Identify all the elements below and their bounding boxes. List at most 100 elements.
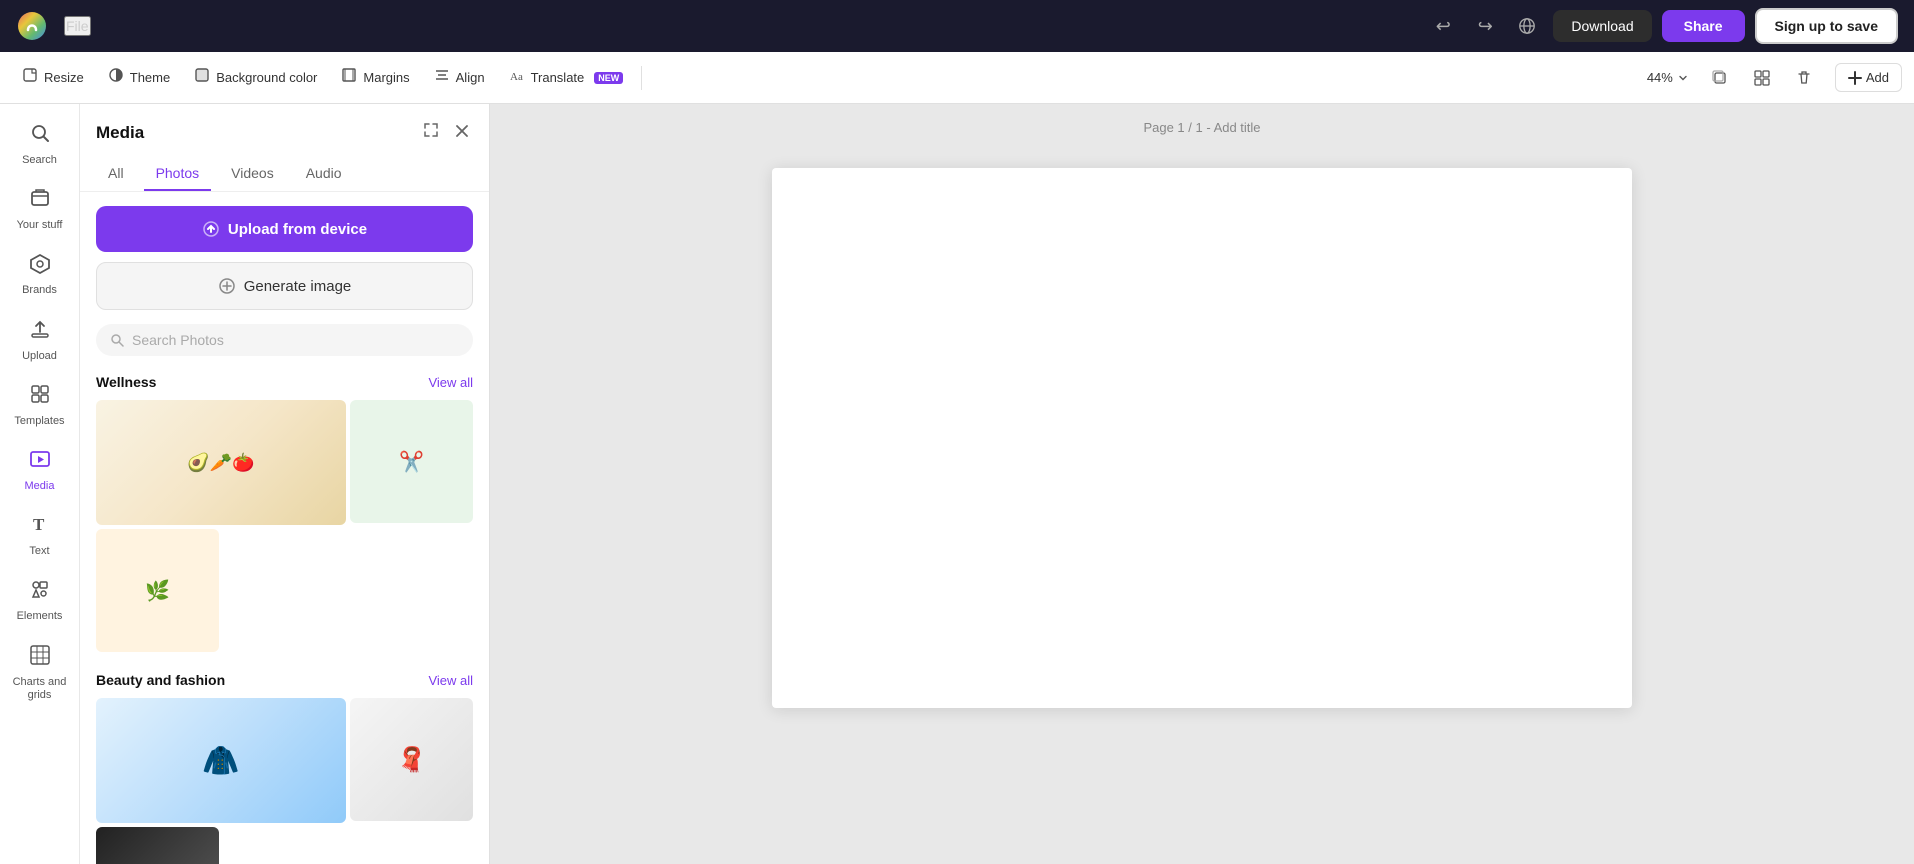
sidebar-your-stuff-label: Your stuff (17, 219, 63, 232)
sidebar-item-search[interactable]: Search (4, 112, 76, 177)
search-icon (110, 333, 124, 347)
zoom-control[interactable]: 44% (1647, 70, 1689, 85)
share-button[interactable]: Share (1662, 10, 1745, 42)
canvas-page[interactable] (772, 168, 1632, 708)
theme-icon (108, 67, 124, 88)
wellness-title: Wellness (96, 374, 156, 390)
icon-sidebar: Search Your stuff Brands Upload Template (0, 104, 80, 864)
upload-from-device-button[interactable]: Upload from device (96, 206, 473, 252)
close-panel-button[interactable] (451, 118, 473, 147)
sidebar-upload-label: Upload (22, 350, 57, 363)
fashion-photo-1[interactable] (96, 698, 346, 823)
media-tabs: All Photos Videos Audio (80, 157, 489, 192)
layout-settings-button[interactable] (1743, 63, 1781, 93)
sidebar-item-media[interactable]: Media (4, 438, 76, 503)
fashion-photo-2[interactable] (350, 698, 473, 821)
expand-panel-button[interactable] (419, 118, 443, 147)
tab-audio[interactable]: Audio (294, 157, 354, 191)
zoom-chevron-icon (1677, 72, 1689, 84)
sidebar-elements-label: Elements (17, 610, 63, 623)
wellness-photo-grid (96, 400, 473, 652)
canvas-area[interactable]: Page 1 / 1 - Add title (490, 104, 1914, 864)
elements-icon (29, 578, 51, 606)
upload-cloud-icon (202, 220, 220, 238)
close-icon (455, 124, 469, 138)
signup-button[interactable]: Sign up to save (1755, 8, 1898, 44)
wellness-section-header: Wellness View all (96, 374, 473, 390)
media-header-icons (419, 118, 473, 147)
tab-photos[interactable]: Photos (144, 157, 212, 191)
wellness-photo-2[interactable] (350, 400, 473, 523)
resize-icon (22, 67, 38, 88)
fashion-photo-3[interactable] (96, 827, 219, 864)
translate-button[interactable]: Aa Translate NEW (499, 61, 634, 94)
undo-button[interactable]: ↩ (1427, 10, 1459, 42)
copy-layout-button[interactable] (1701, 63, 1739, 93)
generate-btn-label: Generate image (244, 278, 352, 295)
generate-image-button[interactable]: Generate image (96, 262, 473, 310)
resize-button[interactable]: Resize (12, 61, 94, 94)
sidebar-templates-label: Templates (14, 415, 64, 428)
align-button[interactable]: Align (424, 61, 495, 94)
delete-button[interactable] (1785, 63, 1823, 93)
translate-icon: Aa (509, 67, 525, 88)
media-panel: Media All Photos Videos Audio Upload fro… (80, 104, 490, 864)
sidebar-brands-label: Brands (22, 284, 57, 297)
main-layout: Search Your stuff Brands Upload Template (0, 104, 1914, 864)
sidebar-item-elements[interactable]: Elements (4, 568, 76, 633)
add-label: Add (1866, 70, 1889, 85)
add-icon (1848, 71, 1862, 85)
download-button[interactable]: Download (1553, 10, 1651, 42)
upload-btn-label: Upload from device (228, 221, 367, 238)
redo-button[interactable]: ↪ (1469, 10, 1501, 42)
background-color-icon (194, 67, 210, 88)
sidebar-item-text[interactable]: T Text (4, 503, 76, 568)
svg-text:T: T (33, 515, 45, 534)
templates-icon (29, 383, 51, 411)
media-content: Upload from device Generate image Wellne… (80, 192, 489, 864)
sidebar-item-your-stuff[interactable]: Your stuff (4, 177, 76, 242)
margins-label: Margins (363, 70, 409, 85)
wellness-photo-3[interactable] (96, 529, 219, 652)
fashion-view-all[interactable]: View all (428, 673, 473, 688)
theme-label: Theme (130, 70, 170, 85)
page-label: Page 1 / 1 - Add title (1143, 120, 1260, 135)
tab-videos[interactable]: Videos (219, 157, 286, 191)
svg-text:Aa: Aa (510, 71, 523, 83)
sidebar-item-brands[interactable]: Brands (4, 242, 76, 307)
background-color-label: Background color (216, 70, 317, 85)
media-icon (29, 448, 51, 476)
search-photos-input[interactable] (132, 332, 459, 348)
wellness-photo-1[interactable] (96, 400, 346, 525)
margins-icon (341, 67, 357, 88)
file-menu-button[interactable]: File (64, 16, 91, 36)
sidebar-item-upload[interactable]: Upload (4, 308, 76, 373)
wellness-view-all[interactable]: View all (428, 375, 473, 390)
margins-button[interactable]: Margins (331, 61, 419, 94)
generate-icon (218, 277, 236, 295)
your-stuff-icon (29, 187, 51, 215)
fashion-photo-grid (96, 698, 473, 864)
top-nav: File ↩ ↪ Download Share Sign up to save (0, 0, 1914, 52)
resize-label: Resize (44, 70, 84, 85)
sidebar-item-templates[interactable]: Templates (4, 373, 76, 438)
sidebar-media-label: Media (25, 480, 55, 493)
toolbar-right-icons (1701, 63, 1823, 93)
charts-icon (29, 644, 51, 672)
sidebar-item-charts[interactable]: Charts and grids (4, 634, 76, 712)
search-box (96, 324, 473, 356)
search-icon (29, 122, 51, 150)
top-nav-left: File (16, 10, 91, 42)
theme-button[interactable]: Theme (98, 61, 180, 94)
fashion-title: Beauty and fashion (96, 672, 225, 688)
tab-all[interactable]: All (96, 157, 136, 191)
background-color-button[interactable]: Background color (184, 61, 327, 94)
canva-logo-icon[interactable] (16, 10, 48, 42)
globe-button[interactable] (1511, 10, 1543, 42)
expand-icon (423, 122, 439, 138)
translate-new-badge: NEW (594, 72, 623, 84)
trash-icon (1795, 69, 1813, 87)
fashion-section-header: Beauty and fashion View all (96, 672, 473, 688)
text-icon: T (29, 513, 51, 541)
add-button[interactable]: Add (1835, 63, 1902, 92)
